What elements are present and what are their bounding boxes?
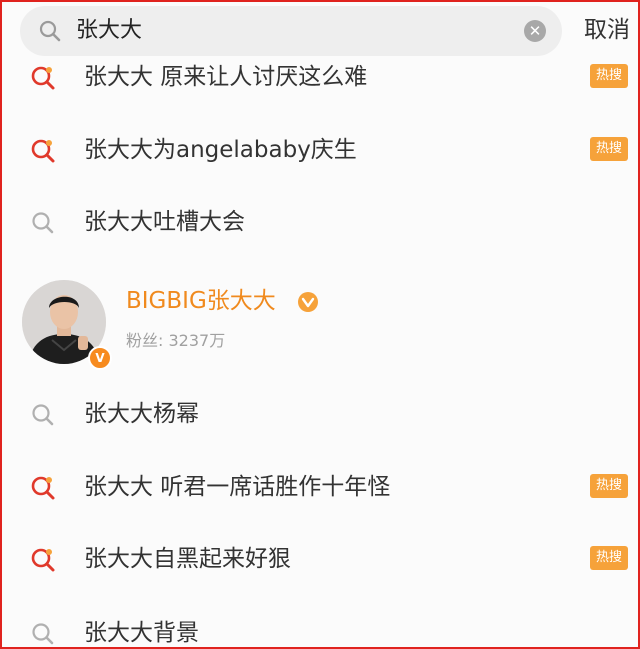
- cancel-button[interactable]: 取消: [584, 16, 636, 44]
- user-result-card[interactable]: V BIGBIG张大大 粉丝: 3237万: [2, 264, 638, 374]
- suggestion-item[interactable]: 张大大 听君一席话胜作十年怪 热搜: [2, 460, 638, 520]
- search-input[interactable]: 张大大: [76, 18, 496, 44]
- suggestion-label: 张大大自黑起来好狠: [84, 546, 291, 572]
- hot-badge: 热搜: [590, 64, 628, 88]
- suggestion-label: 张大大 听君一席话胜作十年怪: [84, 474, 391, 500]
- follower-count: 粉丝: 3237万: [126, 331, 226, 350]
- suggestion-label: 张大大吐槽大会: [84, 209, 245, 235]
- suggestion-item[interactable]: 张大大 原来让人讨厌这么难 热搜: [2, 50, 638, 110]
- suggestion-label: 张大大 原来让人讨厌这么难: [84, 64, 368, 90]
- screenshot-frame: 张大大 原来让人讨厌这么难 热搜 张大大为angelababy庆生 热搜 张大大…: [0, 0, 640, 649]
- suggestion-item[interactable]: 张大大自黑起来好狠 热搜: [2, 532, 638, 592]
- hot-search-icon: [31, 66, 55, 90]
- vip-crown-icon: [298, 292, 318, 312]
- suggestion-item[interactable]: 张大大吐槽大会: [2, 195, 638, 255]
- hot-search-icon: [31, 139, 55, 163]
- suggestion-item[interactable]: 张大大为angelababy庆生 热搜: [2, 123, 638, 183]
- suggestion-label: 张大大为angelababy庆生: [84, 137, 357, 163]
- search-icon: [32, 212, 54, 234]
- hot-search-icon: [31, 476, 55, 500]
- suggestion-item[interactable]: 张大大杨幂: [2, 387, 638, 447]
- search-icon: [32, 404, 54, 426]
- suggestion-label: 张大大杨幂: [84, 401, 199, 427]
- search-icon: [32, 623, 54, 645]
- suggestion-item[interactable]: 张大大背景: [2, 606, 638, 647]
- hot-badge: 热搜: [590, 546, 628, 570]
- hot-search-icon: [31, 548, 55, 572]
- search-bar[interactable]: 张大大 ✕: [20, 6, 562, 56]
- hot-badge: 热搜: [590, 137, 628, 161]
- suggestion-label: 张大大背景: [84, 620, 199, 646]
- search-icon: [39, 20, 61, 42]
- user-name: BIGBIG张大大: [126, 288, 276, 314]
- verified-v-badge: V: [88, 346, 112, 370]
- hot-badge: 热搜: [590, 474, 628, 498]
- clear-search-button[interactable]: ✕: [524, 20, 546, 42]
